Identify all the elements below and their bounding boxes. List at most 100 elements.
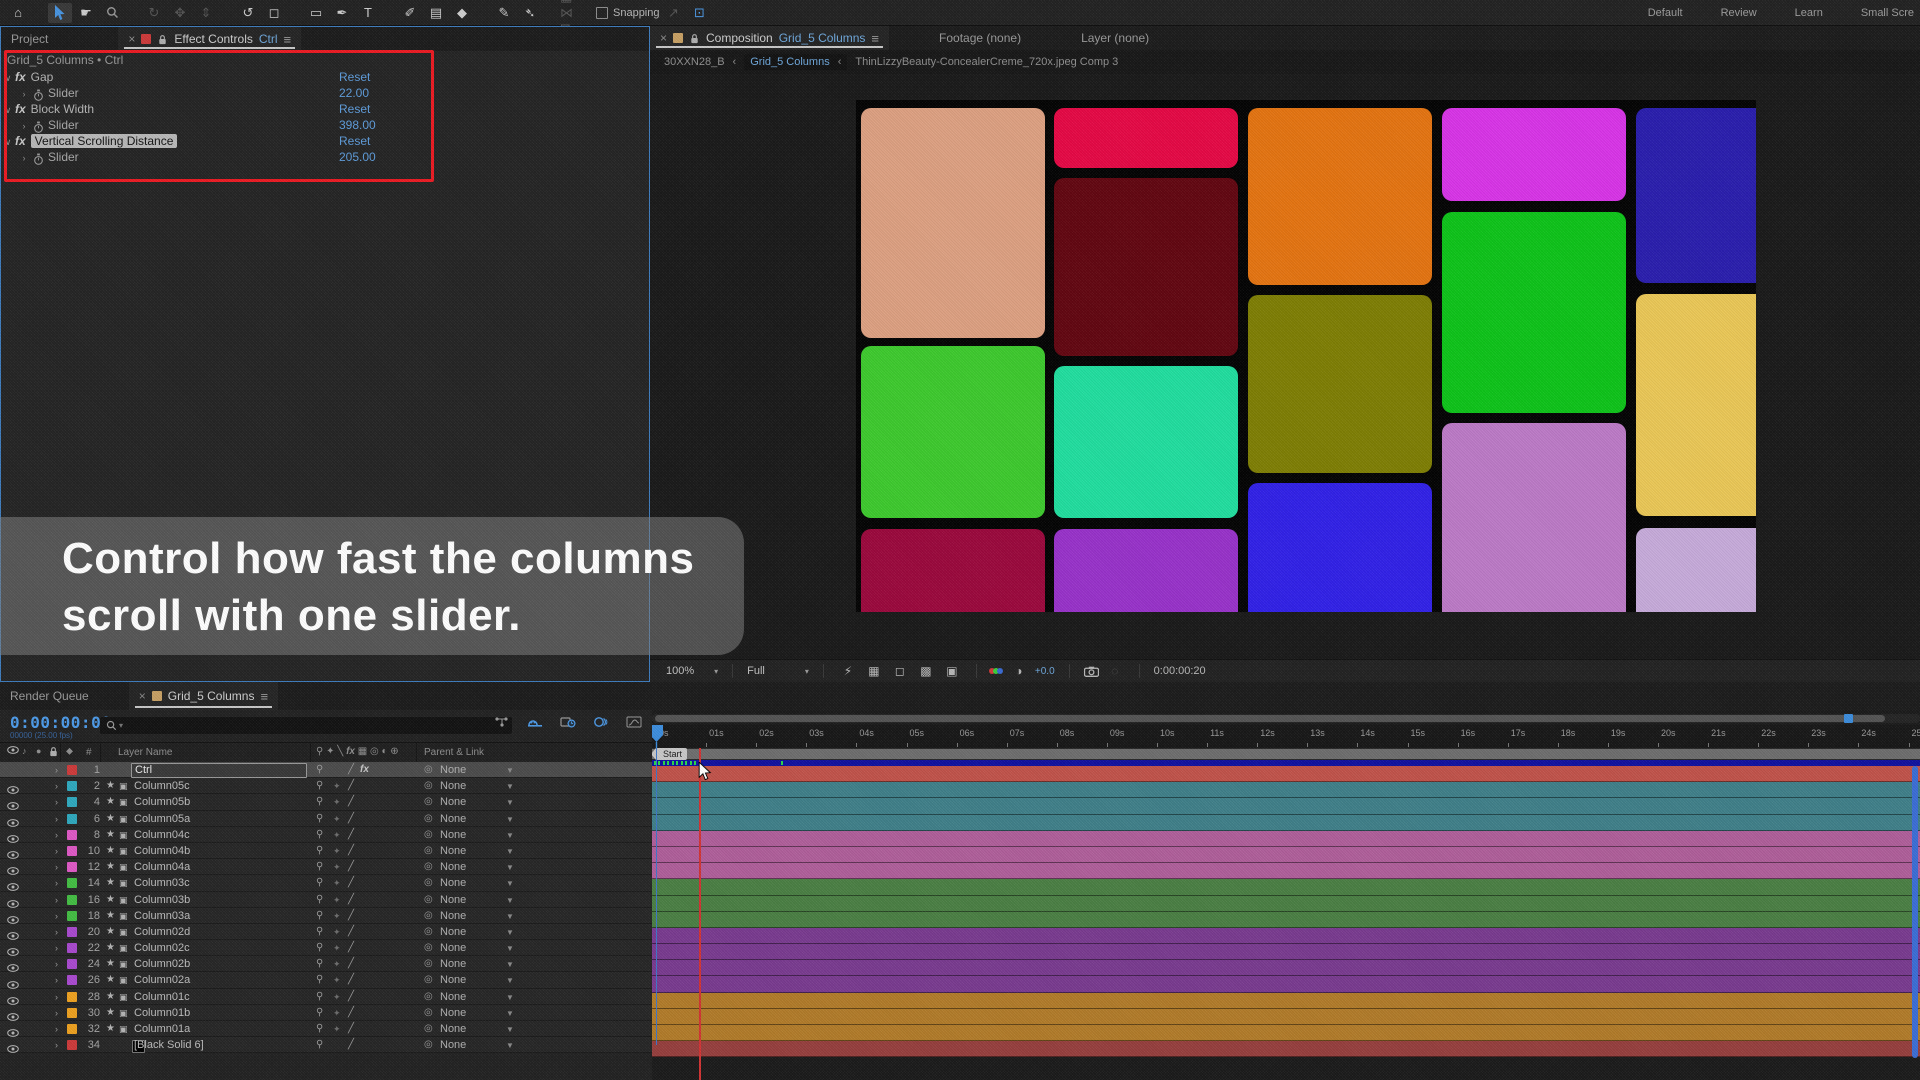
parent-select[interactable]: None bbox=[440, 811, 466, 827]
tab-timeline-comp[interactable]: × Grid_5 Columns ≡ bbox=[129, 682, 278, 710]
twirl-right-icon[interactable]: › bbox=[55, 892, 58, 908]
layer-row[interactable]: ›20★▣Column02d⚲✦╱◎None▼ bbox=[0, 924, 652, 940]
layer-duration-bar[interactable] bbox=[652, 782, 1920, 798]
layer-name[interactable]: Column01b bbox=[134, 1005, 190, 1021]
layer-row[interactable]: ›26★▣Column02a⚲✦╱◎None▼ bbox=[0, 972, 652, 988]
pickwhip-icon[interactable]: ◎ bbox=[424, 972, 433, 988]
layer-name[interactable]: Ctrl bbox=[131, 763, 307, 778]
label-color-chip[interactable] bbox=[67, 862, 77, 872]
workspace-item[interactable]: Review bbox=[1721, 7, 1757, 19]
effect-reset-link[interactable]: Reset bbox=[339, 133, 370, 149]
label-color-chip[interactable] bbox=[67, 959, 77, 969]
layer-duration-bar[interactable] bbox=[652, 912, 1920, 928]
layer-name[interactable]: Column01a bbox=[134, 1021, 190, 1037]
layer-name[interactable]: Column05b bbox=[134, 794, 190, 810]
layer-duration-bar[interactable] bbox=[652, 798, 1920, 814]
layer-name[interactable]: Column03b bbox=[134, 892, 190, 908]
channel-color-icon[interactable] bbox=[991, 668, 1003, 674]
continuous-raster-switch-icon[interactable]: ╱ bbox=[348, 1005, 354, 1021]
layer-name[interactable]: Column05c bbox=[134, 778, 190, 794]
continuous-raster-switch-icon[interactable]: ╱ bbox=[348, 989, 354, 1005]
anchor-switch-icon[interactable]: ⚲ bbox=[316, 811, 323, 827]
label-color-chip[interactable] bbox=[67, 927, 77, 937]
label-color-chip[interactable] bbox=[67, 814, 77, 824]
anchor-switch-icon[interactable]: ⚲ bbox=[316, 1005, 323, 1021]
exposure-value[interactable]: +0.0 bbox=[1035, 666, 1055, 677]
motion-blur-icon[interactable] bbox=[593, 716, 609, 728]
twirl-right-icon[interactable]: › bbox=[55, 811, 58, 827]
twirl-right-icon[interactable]: › bbox=[55, 794, 58, 810]
pickwhip-icon[interactable]: ◎ bbox=[424, 956, 433, 972]
quality-switch-icon[interactable]: ✦ bbox=[333, 843, 341, 859]
layer-row[interactable]: ›32★▣Column01a⚲✦╱◎None▼ bbox=[0, 1021, 652, 1037]
layer-row[interactable]: ›10★▣Column04b⚲✦╱◎None▼ bbox=[0, 843, 652, 859]
twirl-right-icon[interactable]: › bbox=[55, 972, 58, 988]
layer-name[interactable]: Column04c bbox=[134, 827, 190, 843]
pickwhip-icon[interactable]: ◎ bbox=[424, 892, 433, 908]
twirl-right-icon[interactable]: › bbox=[55, 989, 58, 1005]
layer-name[interactable]: Column04b bbox=[134, 843, 190, 859]
twirl-down-icon[interactable]: ∨ bbox=[1, 70, 15, 86]
layer-row[interactable]: ›4★▣Column05b⚲✦╱◎None▼ bbox=[0, 794, 652, 810]
current-timecode[interactable]: 0:00:00:00 bbox=[10, 713, 111, 732]
twirl-right-icon[interactable]: › bbox=[55, 762, 58, 778]
layer-row[interactable]: ›8★▣Column04c⚲✦╱◎None▼ bbox=[0, 827, 652, 843]
anchor-switch-icon[interactable]: ⚲ bbox=[316, 794, 323, 810]
eraser-tool-icon[interactable]: ◆ bbox=[450, 3, 474, 23]
fast-preview-icon[interactable]: ⚡ bbox=[838, 664, 858, 678]
layer-duration-bar[interactable] bbox=[652, 896, 1920, 912]
effect-param-row[interactable]: ›Slider398.00 bbox=[1, 117, 649, 133]
layer-duration-bar[interactable] bbox=[652, 863, 1920, 879]
param-value[interactable]: 22.00 bbox=[339, 85, 369, 101]
continuous-raster-switch-icon[interactable]: ╱ bbox=[348, 859, 354, 875]
layer-row[interactable]: ›24★▣Column02b⚲✦╱◎None▼ bbox=[0, 956, 652, 972]
pickwhip-icon[interactable]: ◎ bbox=[424, 1021, 433, 1037]
label-color-chip[interactable] bbox=[67, 830, 77, 840]
continuous-raster-switch-icon[interactable]: ╱ bbox=[348, 924, 354, 940]
horizontal-scrollbar-thumb[interactable] bbox=[655, 715, 1885, 722]
parent-select[interactable]: None bbox=[440, 989, 466, 1005]
current-time-indicator-line[interactable] bbox=[699, 748, 701, 1080]
continuous-raster-switch-icon[interactable]: ╱ bbox=[348, 908, 354, 924]
playhead-handle[interactable] bbox=[652, 725, 663, 748]
pickwhip-icon[interactable]: ◎ bbox=[424, 811, 433, 827]
composition-marker[interactable]: Start bbox=[656, 748, 687, 760]
twirl-right-icon[interactable]: › bbox=[55, 778, 58, 794]
roto-brush-tool-icon[interactable]: ✎ bbox=[492, 3, 516, 23]
label-color-chip[interactable] bbox=[67, 992, 77, 1002]
breadcrumb-current-comp[interactable]: Grid_5 Columns ‹ bbox=[744, 54, 847, 70]
label-color-chip[interactable] bbox=[67, 781, 77, 791]
effect-group-row[interactable]: ∨fxVertical Scrolling DistanceReset bbox=[1, 133, 649, 149]
brush-tool-icon[interactable]: ✐ bbox=[398, 3, 422, 23]
effect-reset-link[interactable]: Reset bbox=[339, 69, 370, 85]
parent-select[interactable]: None bbox=[440, 1021, 466, 1037]
parent-select[interactable]: None bbox=[440, 875, 466, 891]
quality-switch-icon[interactable]: ✦ bbox=[333, 778, 341, 794]
layer-row[interactable]: ›28★▣Column01c⚲✦╱◎None▼ bbox=[0, 989, 652, 1005]
layer-duration-bar[interactable] bbox=[652, 766, 1920, 782]
layer-name[interactable]: Column03a bbox=[134, 908, 190, 924]
transparency-grid-icon[interactable]: ▩ bbox=[916, 664, 936, 678]
twirl-right-icon[interactable]: › bbox=[55, 1005, 58, 1021]
breadcrumb-root[interactable]: 30XXN28_B bbox=[664, 56, 725, 68]
continuous-raster-switch-icon[interactable]: ╱ bbox=[348, 892, 354, 908]
effect-param-row[interactable]: ›Slider205.00 bbox=[1, 149, 649, 165]
continuous-raster-switch-icon[interactable]: ╱ bbox=[348, 827, 354, 843]
pickwhip-icon[interactable]: ◎ bbox=[424, 1005, 433, 1021]
pickwhip-icon[interactable]: ◎ bbox=[424, 924, 433, 940]
pickwhip-icon[interactable]: ◎ bbox=[424, 794, 433, 810]
layer-name[interactable]: Column02b bbox=[134, 956, 190, 972]
layer-name[interactable]: [Black Solid 6] bbox=[134, 1037, 204, 1053]
anchor-switch-icon[interactable]: ⚲ bbox=[316, 827, 323, 843]
label-color-chip[interactable] bbox=[67, 1008, 77, 1018]
twirl-right-icon[interactable]: › bbox=[55, 859, 58, 875]
pickwhip-icon[interactable]: ◎ bbox=[424, 1037, 433, 1053]
eye-icon[interactable] bbox=[7, 1041, 19, 1057]
region-of-interest-icon[interactable]: ◻ bbox=[890, 664, 910, 678]
layer-duration-bar[interactable] bbox=[652, 847, 1920, 863]
quality-switch-icon[interactable]: ✦ bbox=[333, 811, 341, 827]
continuous-raster-switch-icon[interactable]: ╱ bbox=[348, 1037, 354, 1053]
layer-row[interactable]: ›30★▣Column01b⚲✦╱◎None▼ bbox=[0, 1005, 652, 1021]
exposure-reset-icon[interactable]: ◑ bbox=[1009, 664, 1029, 678]
label-color-chip[interactable] bbox=[67, 878, 77, 888]
